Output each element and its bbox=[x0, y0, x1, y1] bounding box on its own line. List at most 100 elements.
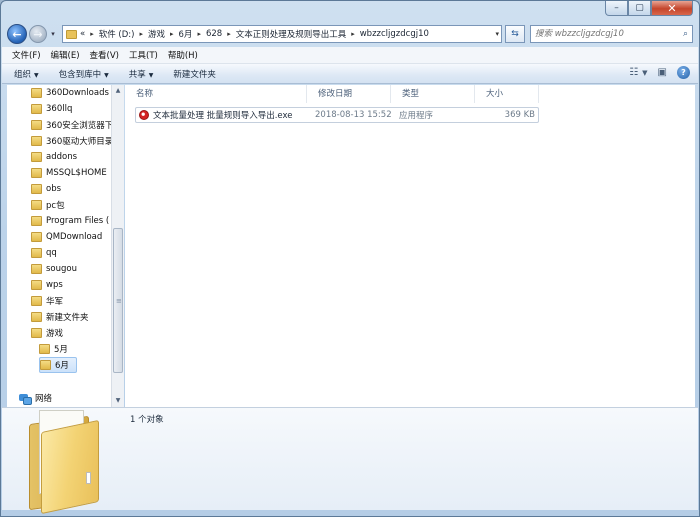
new-folder-button[interactable]: 新建文件夹 bbox=[173, 68, 216, 80]
tree-item[interactable]: qq bbox=[31, 245, 57, 261]
search-box: ⌕ bbox=[530, 25, 693, 43]
breadcrumb-item[interactable]: 6月 bbox=[179, 28, 193, 40]
chevron-right-icon[interactable]: ▸ bbox=[90, 30, 94, 38]
tree-item-label: 6月 bbox=[55, 361, 69, 371]
large-folder-icon bbox=[24, 408, 119, 515]
tree-item[interactable]: 360驱动大师目录 bbox=[31, 133, 113, 149]
folder-icon bbox=[31, 232, 42, 242]
breadcrumb-item[interactable]: 628 bbox=[206, 29, 222, 39]
breadcrumb-item[interactable]: 文本正则处理及规则导出工具 bbox=[236, 28, 347, 40]
folder-icon bbox=[31, 136, 42, 146]
breadcrumb-item[interactable]: 软件 (D:) bbox=[99, 28, 135, 40]
chevron-right-icon[interactable]: ▸ bbox=[227, 30, 231, 38]
menu-file[interactable]: 文件(F) bbox=[12, 49, 41, 61]
folder-icon bbox=[39, 344, 50, 354]
window-controls: – ▢ ✕ bbox=[605, 1, 693, 16]
tree-item-network[interactable]: 网络 bbox=[19, 390, 52, 406]
tree-item[interactable]: 华军 bbox=[31, 293, 63, 309]
share-button[interactable]: 共享 ▼ bbox=[129, 68, 154, 80]
tree-item-label: 华军 bbox=[46, 297, 64, 307]
chevron-down-icon[interactable]: ▾ bbox=[495, 30, 499, 38]
column-header-name[interactable]: 名称 bbox=[125, 85, 307, 103]
tree-item[interactable]: sougou bbox=[31, 261, 77, 277]
column-header-modified[interactable]: 修改日期 bbox=[307, 85, 391, 103]
breadcrumb-overflow[interactable]: « bbox=[80, 29, 85, 39]
navigation-scrollbar[interactable]: ▲ ≡ ▼ bbox=[111, 85, 124, 407]
menu-help[interactable]: 帮助(H) bbox=[168, 49, 198, 61]
breadcrumb-item[interactable]: wbzzcljgzdcgj10 bbox=[360, 29, 429, 39]
chevron-right-icon[interactable]: ▸ bbox=[351, 30, 355, 38]
folder-icon bbox=[31, 280, 42, 290]
back-button[interactable]: ← bbox=[7, 24, 27, 44]
view-options-icon[interactable]: ☷ bbox=[629, 67, 638, 78]
tree-item[interactable]: wps bbox=[31, 277, 63, 293]
include-in-library-button[interactable]: 包含到库中 ▼ bbox=[59, 68, 109, 80]
folder-icon bbox=[31, 152, 42, 162]
file-modified: 2018-08-13 15:52 bbox=[315, 110, 392, 120]
scroll-down-icon[interactable]: ▼ bbox=[112, 395, 124, 407]
tree-item-label: QMDownload bbox=[46, 232, 103, 242]
folder-front bbox=[41, 419, 99, 515]
tree-item-label: obs bbox=[46, 184, 62, 194]
chevron-down-icon: ▼ bbox=[34, 71, 39, 79]
column-header-type[interactable]: 类型 bbox=[391, 85, 475, 103]
back-arrow-icon: ← bbox=[12, 27, 22, 41]
maximize-button[interactable]: ▢ bbox=[628, 1, 651, 16]
recent-pages-dropdown[interactable]: ▾ bbox=[48, 30, 58, 38]
tree-item[interactable]: 360Downloads bbox=[31, 85, 109, 101]
tree-item[interactable]: MSSQL$HOME bbox=[31, 165, 107, 181]
network-icon bbox=[19, 393, 32, 405]
tree-item[interactable]: 5月 bbox=[39, 341, 68, 357]
view-controls: ☷ ▼ ▣ ? bbox=[619, 66, 690, 79]
organize-button[interactable]: 组织 ▼ bbox=[14, 68, 39, 80]
menu-tools[interactable]: 工具(T) bbox=[129, 49, 158, 61]
chevron-down-icon[interactable]: ▼ bbox=[642, 69, 647, 77]
close-button[interactable]: ✕ bbox=[651, 1, 693, 16]
refresh-button[interactable]: ⇆ bbox=[505, 25, 525, 43]
chevron-right-icon[interactable]: ▸ bbox=[139, 30, 143, 38]
address-bar[interactable]: « ▸ 软件 (D:) ▸ 游戏 ▸ 6月 ▸ 628 ▸ 文本正则处理及规则导… bbox=[62, 25, 502, 43]
tree-item[interactable]: QMDownload bbox=[31, 229, 102, 245]
column-header-size[interactable]: 大小 bbox=[475, 85, 539, 103]
file-row[interactable]: 文本批量处理 批量规则导入导出.exe 2018-08-13 15:52 应用程… bbox=[135, 107, 539, 123]
tree-item[interactable]: 新建文件夹 bbox=[31, 309, 89, 325]
search-input[interactable] bbox=[535, 29, 683, 39]
chevron-down-icon: ▼ bbox=[104, 71, 109, 79]
folder-icon bbox=[31, 248, 42, 258]
refresh-icon: ⇆ bbox=[511, 29, 519, 39]
folder-icon bbox=[31, 120, 42, 130]
menu-edit[interactable]: 编辑(E) bbox=[51, 49, 80, 61]
tree-item[interactable]: addons bbox=[31, 149, 77, 165]
scroll-up-icon[interactable]: ▲ bbox=[112, 85, 124, 97]
scrollbar-thumb[interactable]: ≡ bbox=[113, 228, 123, 373]
close-icon: ✕ bbox=[667, 1, 677, 15]
tree-item[interactable]: pc包 bbox=[31, 197, 65, 213]
file-type: 应用程序 bbox=[399, 111, 434, 121]
tree-item-selected[interactable]: 6月 bbox=[39, 357, 77, 373]
breadcrumb-item[interactable]: 游戏 bbox=[148, 28, 165, 40]
minimize-button[interactable]: – bbox=[605, 1, 628, 16]
search-icon[interactable]: ⌕ bbox=[683, 29, 688, 39]
tree-item[interactable]: obs bbox=[31, 181, 61, 197]
folder-icon bbox=[31, 168, 42, 178]
tree-item[interactable]: 游戏 bbox=[31, 325, 63, 341]
item-count: 1 个对象 bbox=[130, 415, 164, 425]
tree-item[interactable]: Program Files ( bbox=[31, 213, 109, 229]
help-icon[interactable]: ? bbox=[677, 66, 690, 79]
tree-item-label: Program Files ( bbox=[46, 216, 110, 226]
share-label: 共享 bbox=[128, 69, 146, 80]
navigation-pane: 360Downloads 360llq 360安全浏览器下 360驱动大师目录 … bbox=[7, 85, 124, 407]
preview-pane-icon[interactable]: ▣ bbox=[658, 67, 667, 78]
column-headers: 名称 修改日期 类型 大小 bbox=[125, 85, 539, 103]
command-bar: 组织 ▼ 包含到库中 ▼ 共享 ▼ 新建文件夹 ☷ ▼ ▣ ? bbox=[2, 64, 698, 84]
tree-item[interactable]: 360llq bbox=[31, 101, 72, 117]
file-size: 369 KB bbox=[504, 110, 535, 120]
menu-view[interactable]: 查看(V) bbox=[90, 49, 119, 61]
tree-item-label: 360llq bbox=[46, 104, 73, 114]
tree-item-label: 网络 bbox=[35, 394, 53, 404]
chevron-right-icon[interactable]: ▸ bbox=[170, 30, 174, 38]
forward-button[interactable]: → bbox=[29, 25, 47, 43]
tree-item-label: wps bbox=[46, 280, 63, 290]
chevron-right-icon[interactable]: ▸ bbox=[197, 30, 201, 38]
tree-item[interactable]: 360安全浏览器下 bbox=[31, 117, 113, 133]
